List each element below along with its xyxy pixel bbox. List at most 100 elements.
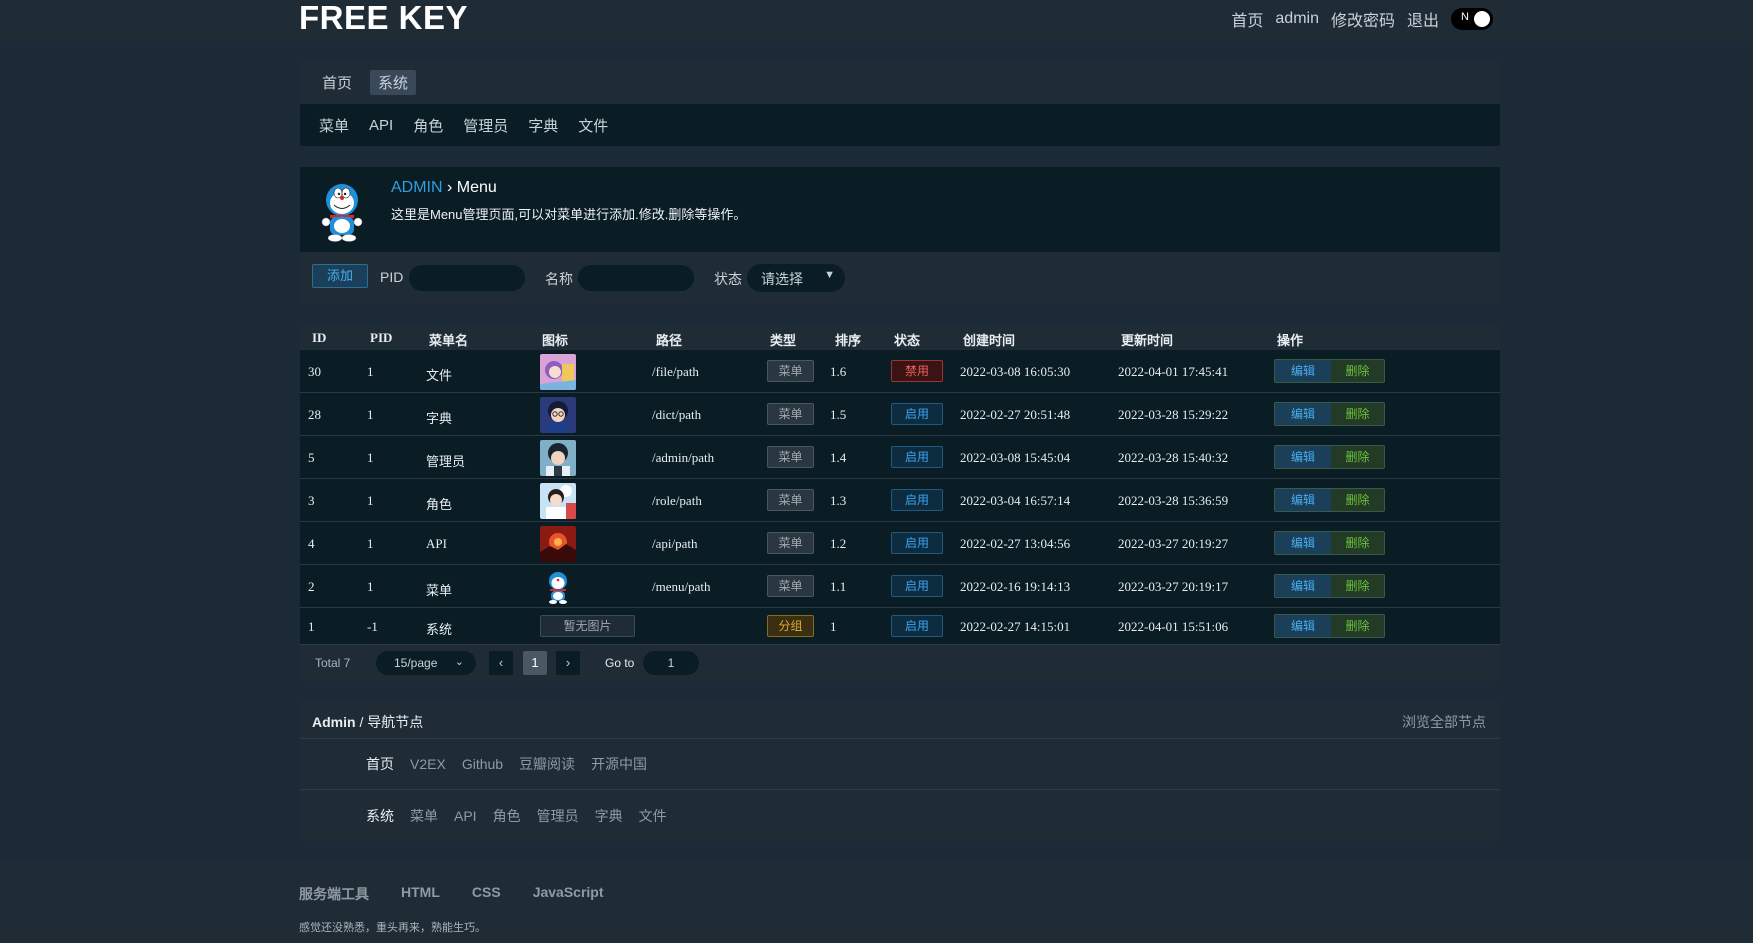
footer: 服务端工具 HTML CSS JavaScript 感觉还没熟悉，重头再来，熟能… bbox=[0, 861, 1753, 943]
table-row: 3 1 角色 /role/path 菜单 1.3 启用 2022-03-04 1… bbox=[300, 479, 1500, 522]
node-link-admin[interactable]: 管理员 bbox=[537, 806, 579, 826]
chevron-down-icon: ▼ bbox=[824, 269, 835, 281]
status-select[interactable]: 请选择 ▼ bbox=[747, 264, 845, 292]
edit-button[interactable]: 编辑 bbox=[1275, 575, 1331, 597]
node-link-v2ex[interactable]: V2EX bbox=[410, 756, 446, 772]
edit-button[interactable]: 编辑 bbox=[1275, 360, 1331, 382]
pid-input[interactable] bbox=[408, 264, 526, 292]
status-label: 状态 bbox=[714, 271, 742, 287]
status-badge: 启用 bbox=[891, 489, 943, 511]
prev-page-button[interactable]: ‹ bbox=[489, 651, 513, 675]
node-link-oschina[interactable]: 开源中国 bbox=[591, 754, 647, 774]
col-icon: 图标 bbox=[542, 333, 569, 348]
edit-button[interactable]: 编辑 bbox=[1275, 489, 1331, 511]
subnav-menu[interactable]: 菜单 bbox=[319, 115, 349, 136]
footer-link-javascript[interactable]: JavaScript bbox=[533, 884, 604, 904]
browse-all-nodes-link[interactable]: 浏览全部节点 bbox=[1402, 712, 1486, 732]
brand-logo[interactable]: FREE KEY bbox=[299, 0, 468, 36]
col-actions: 操作 bbox=[1277, 333, 1304, 348]
cell-sort: 1.4 bbox=[830, 450, 847, 465]
footer-link-server-tools[interactable]: 服务端工具 bbox=[299, 884, 369, 904]
top-nav-home[interactable]: 首页 bbox=[1231, 7, 1263, 31]
node-group-home[interactable]: 首页 bbox=[366, 754, 394, 774]
subnav-role[interactable]: 角色 bbox=[413, 115, 443, 136]
edit-button[interactable]: 编辑 bbox=[1275, 532, 1331, 554]
cell-path: /api/path bbox=[652, 536, 698, 551]
subnav-file[interactable]: 文件 bbox=[578, 115, 608, 136]
theme-toggle[interactable]: N bbox=[1451, 8, 1493, 30]
type-tag: 菜单 bbox=[767, 532, 814, 554]
page-header: ADMIN › Menu 这里是Menu管理页面,可以对菜单进行添加.修改.删除… bbox=[300, 167, 1500, 252]
nav-nodes-row-home: 首页 V2EX Github 豆瓣阅读 开源中国 bbox=[300, 739, 1500, 790]
table-row: 5 1 管理员 /admin/path 菜单 1.4 启用 2022-03-08… bbox=[300, 436, 1500, 479]
cell-path: /file/path bbox=[652, 364, 699, 379]
next-page-button[interactable]: › bbox=[556, 651, 580, 675]
subnav-api[interactable]: API bbox=[369, 117, 393, 134]
cell-sort: 1.6 bbox=[830, 364, 847, 379]
cell-created: 2022-03-08 15:45:04 bbox=[960, 450, 1071, 465]
node-link-github[interactable]: Github bbox=[462, 756, 503, 772]
cell-pid: 1 bbox=[367, 536, 374, 551]
delete-button[interactable]: 删除 bbox=[1331, 403, 1384, 425]
node-link-menu[interactable]: 菜单 bbox=[410, 806, 438, 826]
row-actions: 编辑 删除 bbox=[1274, 531, 1385, 555]
delete-button[interactable]: 删除 bbox=[1331, 532, 1384, 554]
edit-button[interactable]: 编辑 bbox=[1275, 446, 1331, 468]
goto-label: Go to bbox=[605, 656, 635, 670]
cell-updated: 2022-03-28 15:36:59 bbox=[1118, 493, 1229, 508]
cell-created: 2022-03-04 16:57:14 bbox=[960, 493, 1071, 508]
goto-input[interactable]: 1 bbox=[643, 651, 699, 675]
node-link-douban[interactable]: 豆瓣阅读 bbox=[519, 754, 575, 774]
cell-id: 2 bbox=[308, 579, 315, 594]
delete-button[interactable]: 删除 bbox=[1331, 575, 1384, 597]
status-badge: 启用 bbox=[891, 615, 943, 637]
node-group-system[interactable]: 系统 bbox=[366, 806, 394, 826]
top-nav-logout[interactable]: 退出 bbox=[1407, 7, 1439, 31]
subnav-dict[interactable]: 字典 bbox=[528, 115, 558, 136]
delete-button[interactable]: 删除 bbox=[1331, 489, 1384, 511]
breadcrumb-admin-link[interactable]: ADMIN bbox=[391, 179, 443, 196]
cell-pid: -1 bbox=[367, 619, 378, 634]
node-link-dict[interactable]: 字典 bbox=[595, 806, 623, 826]
row-actions: 编辑 删除 bbox=[1274, 445, 1385, 469]
node-link-file[interactable]: 文件 bbox=[639, 806, 667, 826]
footer-link-css[interactable]: CSS bbox=[472, 884, 501, 904]
page-number-button[interactable]: 1 bbox=[523, 651, 547, 675]
table-row: 30 1 文件 /file/path 菜单 1.6 禁用 2022-03-08 … bbox=[300, 350, 1500, 393]
cell-id: 4 bbox=[308, 536, 315, 551]
delete-button[interactable]: 删除 bbox=[1331, 446, 1384, 468]
cell-sort: 1.1 bbox=[830, 579, 847, 594]
edit-button[interactable]: 编辑 bbox=[1275, 615, 1331, 637]
top-nav-change-password[interactable]: 修改密码 bbox=[1331, 7, 1395, 31]
sky-character-icon bbox=[540, 483, 576, 519]
footer-link-html[interactable]: HTML bbox=[401, 884, 440, 904]
page-size-select[interactable]: 15/page ⌄ bbox=[376, 651, 476, 675]
cell-name: API bbox=[426, 536, 447, 551]
subnav-admin[interactable]: 管理员 bbox=[463, 115, 508, 136]
page-name: Menu bbox=[456, 179, 497, 196]
col-updated: 更新时间 bbox=[1121, 333, 1174, 348]
title-separator: › bbox=[442, 179, 457, 196]
status-badge: 启用 bbox=[891, 403, 943, 425]
breadcrumb-home[interactable]: 首页 bbox=[318, 70, 356, 95]
cell-updated: 2022-03-28 15:29:22 bbox=[1118, 407, 1229, 422]
name-input[interactable] bbox=[577, 264, 695, 292]
top-nav-user[interactable]: admin bbox=[1275, 10, 1319, 28]
table-row: 28 1 字典 /dict/path 菜单 1.5 启用 2022-02-27 … bbox=[300, 393, 1500, 436]
nav-nodes-title-rest: / 导航节点 bbox=[355, 714, 424, 730]
node-link-role[interactable]: 角色 bbox=[493, 806, 521, 826]
anime-boy-icon bbox=[540, 440, 576, 476]
node-link-api[interactable]: API bbox=[454, 808, 477, 824]
breadcrumb: 首页 系统 bbox=[300, 61, 1500, 104]
add-button[interactable]: 添加 bbox=[312, 264, 368, 288]
cell-id: 3 bbox=[308, 493, 315, 508]
anime-girl-icon bbox=[540, 354, 576, 390]
delete-button[interactable]: 删除 bbox=[1331, 615, 1384, 637]
breadcrumb-system[interactable]: 系统 bbox=[370, 70, 417, 95]
delete-button[interactable]: 删除 bbox=[1331, 360, 1384, 382]
type-tag: 菜单 bbox=[767, 446, 814, 468]
edit-button[interactable]: 编辑 bbox=[1275, 403, 1331, 425]
pid-label: PID bbox=[380, 269, 404, 285]
cell-updated: 2022-03-28 15:40:32 bbox=[1118, 450, 1229, 465]
status-badge: 启用 bbox=[891, 446, 943, 468]
